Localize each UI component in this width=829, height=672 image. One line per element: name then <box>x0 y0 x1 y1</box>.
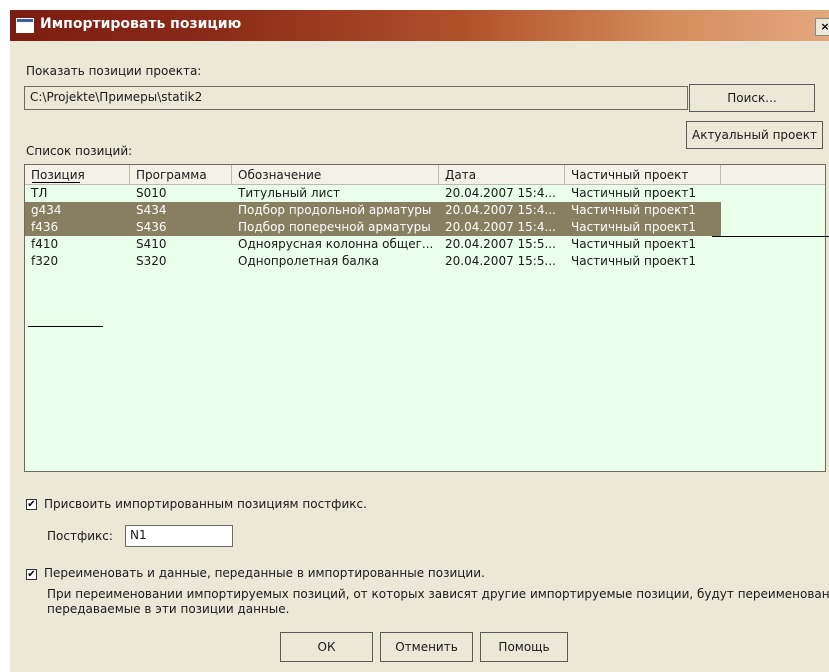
postfix-input[interactable]: N1 <box>125 525 233 547</box>
column-header-part-project[interactable]: Частичный проект <box>565 165 721 184</box>
postfix-label: Постфикс: <box>47 529 113 543</box>
annotation-line <box>32 182 80 183</box>
cell-empty <box>721 253 825 270</box>
postfix-checkbox-label[interactable]: Присвоить импортированным позициям постф… <box>44 497 367 511</box>
table-row[interactable]: ТЛ S010 Титульный лист 20.04.2007 15:4..… <box>25 185 825 202</box>
cell-date: 20.04.2007 15:5... <box>445 237 556 251</box>
cell-position: f320 <box>31 254 59 268</box>
column-header-empty <box>721 165 825 184</box>
table-row[interactable]: f320 S320 Однопролетная балка 20.04.2007… <box>25 253 825 270</box>
table-row[interactable]: f436 S436 Подбор поперечной арматуры 20.… <box>25 219 825 236</box>
column-header-program[interactable]: Программа <box>130 165 232 184</box>
cell-designation: Подбор продольной арматуры <box>238 203 432 217</box>
help-button[interactable]: Помощь <box>480 632 568 662</box>
cell-position: f436 <box>31 220 59 234</box>
cell-program: S320 <box>136 254 167 268</box>
cell-position: ТЛ <box>31 186 48 200</box>
rename-checkbox[interactable]: ✔ <box>26 569 37 580</box>
cancel-button[interactable]: Отменить <box>380 632 473 662</box>
table-row[interactable]: f410 S410 Одноярусная колонна общег... 2… <box>25 236 825 253</box>
cell-designation: Титульный лист <box>238 186 340 200</box>
current-project-button[interactable]: Актуальный проект <box>686 121 823 149</box>
cell-position: f410 <box>31 237 59 251</box>
list-header: Позиция Программа Обозначение Дата Части… <box>25 165 825 185</box>
annotation-line <box>28 326 103 327</box>
cell-empty <box>721 219 825 236</box>
cell-date: 20.04.2007 15:4... <box>445 220 556 234</box>
column-header-date[interactable]: Дата <box>439 165 565 184</box>
cell-date: 20.04.2007 15:4... <box>445 203 556 217</box>
cell-designation: Однопролетная балка <box>238 254 380 268</box>
positions-list[interactable]: Позиция Программа Обозначение Дата Части… <box>24 164 826 472</box>
cell-part-project: Частичный проект1 <box>571 237 697 251</box>
window-icon <box>16 18 34 33</box>
rename-checkbox-label[interactable]: Переименовать и данные, переданные в имп… <box>44 566 485 580</box>
positions-list-label: Список позиций: <box>26 144 133 158</box>
column-header-designation[interactable]: Обозначение <box>232 165 439 184</box>
table-row[interactable]: g434 S434 Подбор продольной арматуры 20.… <box>25 202 825 219</box>
cell-part-project: Частичный проект1 <box>571 203 697 217</box>
cell-program: S010 <box>136 186 167 200</box>
rename-note-line1: При переименовании импортируемых позиций… <box>47 587 829 601</box>
cell-date: 20.04.2007 15:4... <box>445 186 556 200</box>
window-title: Импортировать позицию <box>40 16 242 32</box>
cell-empty <box>721 185 825 202</box>
project-path-field: C:\Projekte\Примеры\statik2 <box>24 86 688 110</box>
cell-program: S410 <box>136 237 167 251</box>
list-rows: ТЛ S010 Титульный лист 20.04.2007 15:4..… <box>25 185 825 270</box>
cell-designation: Подбор поперечной арматуры <box>238 220 431 234</box>
import-position-dialog: Импортировать позицию × Показать позиции… <box>10 10 829 672</box>
cell-program: S436 <box>136 220 167 234</box>
rename-note-line2: передаваемые в эти позиции данные. <box>47 602 290 616</box>
ok-button[interactable]: ОК <box>280 632 373 662</box>
cell-part-project: Частичный проект1 <box>571 220 697 234</box>
postfix-checkbox[interactable]: ✔ <box>26 499 37 510</box>
cell-date: 20.04.2007 15:5... <box>445 254 556 268</box>
cell-part-project: Частичный проект1 <box>571 254 697 268</box>
search-button[interactable]: Поиск... <box>689 84 815 112</box>
project-positions-label: Показать позиции проекта: <box>26 64 202 78</box>
cell-program: S434 <box>136 203 167 217</box>
cell-empty <box>721 202 825 219</box>
cell-designation: Одноярусная колонна общег... <box>238 237 434 251</box>
title-bar[interactable]: Импортировать позицию × <box>10 10 829 41</box>
cell-part-project: Частичный проект1 <box>571 186 697 200</box>
cell-empty <box>721 236 825 253</box>
annotation-line <box>712 236 829 237</box>
close-icon[interactable]: × <box>815 18 829 36</box>
cell-position: g434 <box>31 203 62 217</box>
